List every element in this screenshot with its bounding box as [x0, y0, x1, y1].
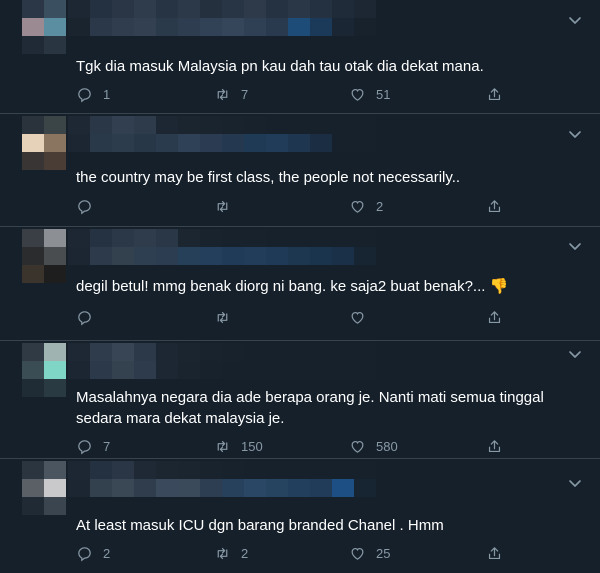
- more-options-button[interactable]: [568, 127, 582, 141]
- retweet-icon: [217, 200, 228, 212]
- tweet-actions: 7 150 580: [76, 436, 516, 456]
- avatar[interactable]: [22, 0, 66, 54]
- like-button[interactable]: 2: [349, 198, 486, 215]
- retweet-count: 150: [241, 438, 263, 454]
- heart-icon: [351, 311, 364, 324]
- tweet[interactable]: Tgk dia masuk Malaysia pn kau dah tau ot…: [0, 0, 600, 114]
- chevron-down-icon: [569, 17, 581, 24]
- retweet-button[interactable]: 150: [214, 438, 349, 455]
- tweet-actions: 2: [76, 196, 516, 216]
- chevron-down-icon: [569, 480, 581, 487]
- heart-icon: [351, 547, 364, 560]
- retweet-button[interactable]: [214, 309, 349, 326]
- retweet-icon: [217, 440, 228, 452]
- chevron-down-icon: [569, 243, 581, 250]
- tweet[interactable]: Masalahnya negara dia ade berapa orang j…: [0, 341, 600, 459]
- avatar[interactable]: [22, 461, 66, 515]
- reply-icon: [78, 439, 91, 454]
- retweet-button[interactable]: 2: [214, 545, 349, 562]
- retweet-button[interactable]: [214, 198, 349, 215]
- share-button[interactable]: [486, 309, 503, 326]
- retweet-icon: [217, 88, 228, 100]
- like-button[interactable]: 25: [349, 545, 486, 562]
- reply-button[interactable]: [76, 198, 214, 215]
- tweet-text: Masalahnya negara dia ade berapa orang j…: [76, 389, 544, 427]
- reply-button[interactable]: [76, 309, 214, 326]
- chevron-down-icon: [569, 351, 581, 358]
- chevron-down-icon: [569, 131, 581, 138]
- reply-icon: [78, 199, 91, 214]
- author-name-blurred: [68, 0, 388, 54]
- tweet[interactable]: At least masuk ICU dgn barang branded Ch…: [0, 459, 600, 573]
- reply-icon: [78, 87, 91, 102]
- share-icon: [488, 87, 501, 100]
- retweet-count: 2: [241, 545, 249, 561]
- avatar[interactable]: [22, 343, 66, 397]
- share-button[interactable]: [486, 438, 503, 455]
- tweet-text: Tgk dia masuk Malaysia pn kau dah tau ot…: [76, 58, 484, 75]
- more-options-button[interactable]: [568, 239, 582, 253]
- like-button[interactable]: 580: [349, 438, 486, 455]
- more-options-button[interactable]: [568, 476, 582, 490]
- share-icon: [488, 546, 501, 559]
- heart-icon: [351, 88, 364, 101]
- more-options-button[interactable]: [568, 347, 582, 361]
- like-count: 2: [376, 198, 384, 214]
- tweet-feed: Tgk dia masuk Malaysia pn kau dah tau ot…: [0, 0, 600, 573]
- thumbs-down-emoji: 👎: [489, 278, 509, 295]
- retweet-button[interactable]: 7: [214, 86, 349, 103]
- reply-icon: [78, 310, 91, 325]
- retweet-icon: [217, 311, 228, 323]
- tweet[interactable]: the country may be first class, the peop…: [0, 114, 600, 227]
- heart-icon: [351, 200, 364, 213]
- reply-button[interactable]: 1: [76, 86, 214, 103]
- like-button[interactable]: 51: [349, 86, 486, 103]
- tweet-text: the country may be first class, the peop…: [76, 169, 461, 186]
- reply-button[interactable]: 2: [76, 545, 214, 562]
- share-button[interactable]: [486, 198, 503, 215]
- retweet-count: 7: [241, 86, 249, 102]
- share-icon: [488, 439, 501, 452]
- retweet-icon: [217, 547, 228, 559]
- author-name-blurred: [68, 461, 388, 515]
- share-icon: [488, 310, 501, 323]
- tweet-text: At least masuk ICU dgn barang branded Ch…: [76, 517, 444, 534]
- more-options-button[interactable]: [568, 13, 582, 27]
- reply-icon: [78, 546, 91, 561]
- share-button[interactable]: [486, 86, 503, 103]
- reply-count: 7: [103, 438, 111, 454]
- tweet-text: degil betul! mmg benak diorg ni bang. ke…: [76, 278, 509, 295]
- tweet[interactable]: degil betul! mmg benak diorg ni bang. ke…: [0, 227, 600, 341]
- heart-icon: [351, 440, 364, 453]
- tweet-actions: 2 2 25: [76, 543, 516, 563]
- share-icon: [488, 199, 501, 212]
- reply-count: 2: [103, 545, 111, 561]
- like-count: 580: [376, 438, 398, 454]
- tweet-actions: [76, 307, 516, 327]
- tweet-actions: 1 7 51: [76, 84, 516, 104]
- like-count: 25: [376, 545, 391, 561]
- avatar[interactable]: [22, 229, 66, 283]
- like-count: 51: [376, 86, 391, 102]
- reply-button[interactable]: 7: [76, 438, 214, 455]
- avatar[interactable]: [22, 116, 66, 170]
- like-button[interactable]: [349, 309, 486, 326]
- author-name-blurred: [68, 116, 388, 170]
- share-button[interactable]: [486, 545, 503, 562]
- author-name-blurred: [68, 229, 388, 283]
- reply-count: 1: [103, 86, 111, 102]
